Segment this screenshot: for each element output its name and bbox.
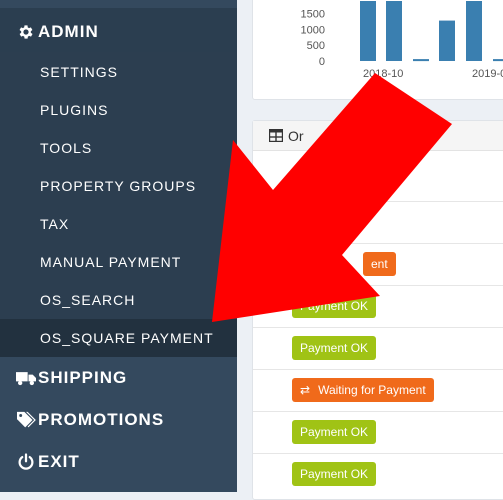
sidebar-item-promotions[interactable]: PROMOTIONS [0,399,237,441]
sidebar-item-manual-payment[interactable]: MANUAL PAYMENT [0,243,237,281]
tags-icon [16,410,36,430]
sidebar-item-label: PROPERTY GROUPS [40,178,197,194]
status-badge [292,210,308,234]
y-tick-label: 0 [319,56,325,68]
sidebar-item-shipping-label: SHIPPING [38,368,128,387]
sales-chart-panel: 1500 1000 500 0 2018-10 2019-02 [252,0,503,100]
row-divider [253,201,503,202]
sidebar-item-exit[interactable]: EXIT [0,441,237,483]
row-divider [253,369,503,370]
y-tick-label: 500 [307,40,325,52]
exchange-icon: ⇄ [300,383,311,397]
sidebar-item-tools[interactable]: TOOLS [0,129,237,167]
sidebar-item-admin-label: ADMIN [38,22,99,41]
sidebar-item-label: TOOLS [40,140,93,156]
sidebar-item-os-square-payment[interactable]: OS_SQUARE PAYMENT [0,319,237,357]
chart-bar[interactable] [413,59,429,62]
sidebar-item-label: OS_SEARCH [40,292,136,308]
row-divider [253,453,503,454]
status-badge: Payment OK [292,462,377,486]
sidebar-item-label: SETTINGS [40,64,119,80]
chart-bar[interactable] [466,1,482,61]
sidebar-item-label: MANUAL PAYMENT [40,254,182,270]
power-icon [16,452,36,472]
sidebar-item-shipping[interactable]: SHIPPING [0,357,237,399]
table-icon [269,129,283,142]
y-tick-label: 1000 [301,24,325,36]
orders-title: Or [288,127,304,144]
status-badge: Payment OK [292,420,377,444]
orders-panel: Or ent Payment OK Payment OK ⇄ Waiting fo… [252,120,503,500]
chart-bar[interactable] [360,1,376,61]
chart-bar[interactable] [386,1,402,61]
sidebar: ADMIN SETTINGS PLUGINS TOOLS PROPERTY GR… [0,0,237,492]
row-divider [253,411,503,412]
sidebar-item-property-groups[interactable]: PROPERTY GROUPS [0,167,237,205]
sidebar-item-exit-label: EXIT [38,452,80,471]
sidebar-item-settings[interactable]: SETTINGS [0,53,237,91]
sidebar-item-label: PLUGINS [40,102,109,118]
chart-bar[interactable] [439,20,455,61]
status-badge: Payment OK [292,336,377,360]
row-divider [253,243,503,244]
sidebar-item-label: TAX [40,216,70,232]
x-tick-label: 2019-02 [472,68,503,80]
sidebar-item-plugins[interactable]: PLUGINS [0,91,237,129]
sidebar-top-strip [0,0,237,8]
sidebar-item-admin[interactable]: ADMIN [0,11,237,53]
status-badge: Payment OK [292,294,377,318]
sidebar-item-tax[interactable]: TAX [0,205,237,243]
sidebar-item-label: OS_SQUARE PAYMENT [40,330,214,346]
row-divider [253,327,503,328]
gear-icon [16,22,36,42]
truck-icon [16,368,36,388]
y-tick-label: 1500 [301,9,325,21]
sales-chart: 1500 1000 500 0 2018-10 2019-02 [301,1,503,80]
main-content: 1500 1000 500 0 2018-10 2019-02 Or ent Paymen… [237,0,503,500]
sidebar-item-promotions-label: PROMOTIONS [38,410,165,429]
row-divider [253,285,503,286]
orders-header: Or [253,121,503,151]
sidebar-item-os-search[interactable]: OS_SEARCH [0,281,237,319]
status-badge: ⇄ Waiting for Payment [292,378,434,402]
status-badge: ent [363,252,396,276]
x-tick-label: 2018-10 [363,68,403,80]
chart-bar[interactable] [493,59,503,62]
